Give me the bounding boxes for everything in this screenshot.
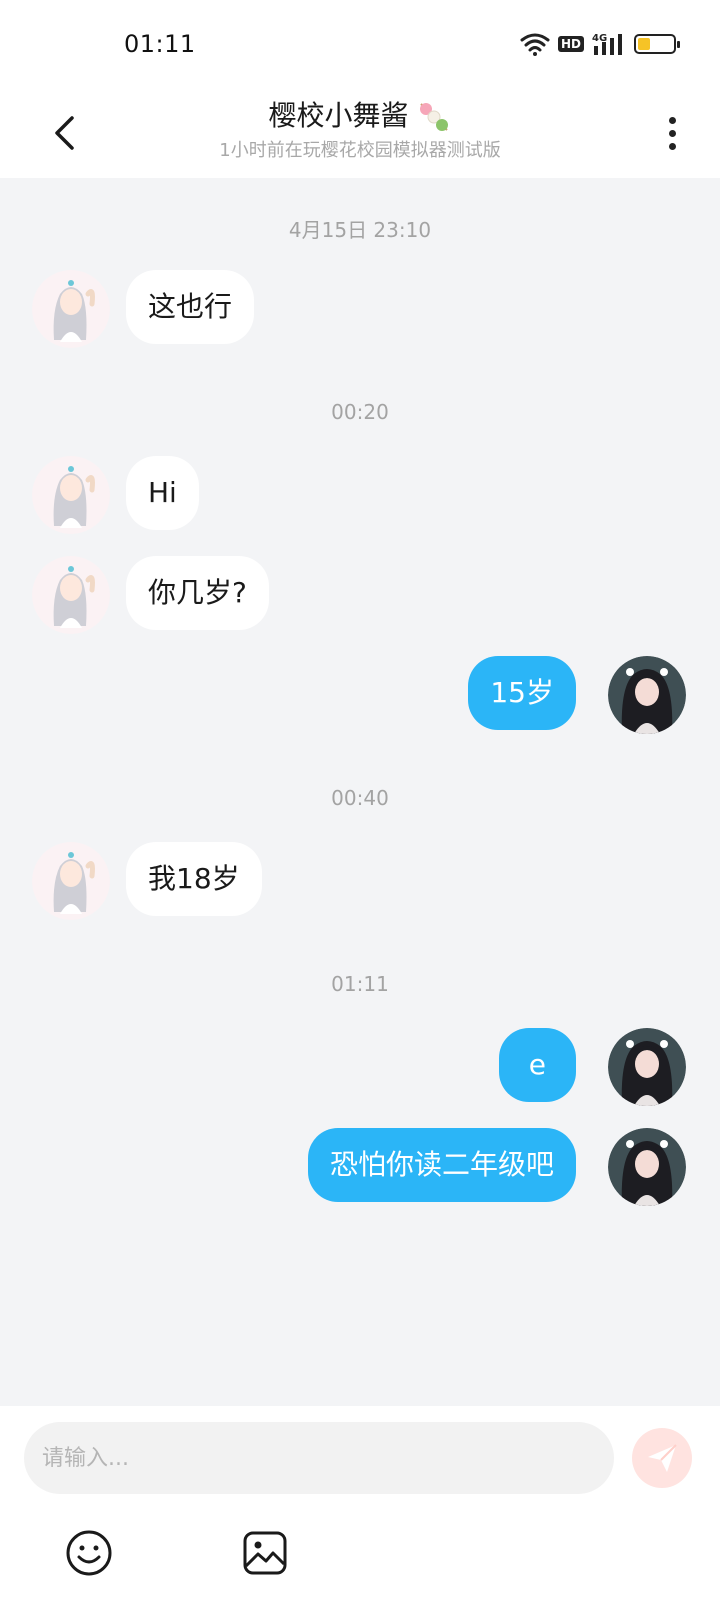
more-dot	[668, 129, 676, 137]
dango-icon	[420, 103, 449, 131]
send-icon	[648, 1444, 677, 1472]
battery-icon	[634, 34, 680, 54]
emoji-icon	[66, 1530, 112, 1576]
status-bar: 01:11 HD 4G	[0, 0, 720, 90]
more-dot	[668, 142, 676, 150]
user-avatar[interactable]	[608, 656, 686, 734]
dark-hair-girl-avatar-icon	[608, 656, 686, 734]
hd-badge: HD	[557, 36, 584, 52]
send-button[interactable]	[632, 1428, 692, 1488]
dark-hair-girl-avatar-icon	[608, 1028, 686, 1106]
emoji-button[interactable]	[64, 1528, 114, 1578]
message-bubble-incoming[interactable]: 你几岁?	[126, 556, 269, 630]
message-bubble-outgoing[interactable]: 15岁	[468, 656, 576, 730]
message-bubble-outgoing[interactable]: e	[498, 1028, 576, 1102]
timestamp: 00:20	[331, 400, 389, 424]
battery-fill	[638, 38, 650, 50]
contact-avatar[interactable]	[32, 456, 110, 534]
image-icon	[243, 1531, 287, 1575]
chat-header: 樱校小舞酱 1小时前在玩樱花校园模拟器测试版	[0, 90, 720, 178]
more-dot	[668, 116, 676, 124]
contact-status: 1小时前在玩樱花校园模拟器测试版	[219, 140, 501, 161]
message-bubble-incoming[interactable]: Hi	[126, 456, 199, 530]
dark-hair-girl-avatar-icon	[608, 1128, 686, 1206]
contact-name: 樱校小舞酱	[268, 99, 409, 132]
image-button[interactable]	[240, 1528, 290, 1578]
message-bubble-incoming[interactable]: 我18岁	[126, 842, 262, 916]
anime-girl-avatar-icon	[32, 270, 110, 348]
status-time: 01:11	[124, 30, 196, 58]
user-avatar[interactable]	[608, 1128, 686, 1206]
wifi-icon	[520, 33, 550, 56]
chat-title: 樱校小舞酱	[0, 94, 720, 134]
contact-avatar[interactable]	[32, 556, 110, 634]
anime-girl-avatar-icon	[32, 556, 110, 634]
timestamp: 01:11	[331, 972, 389, 996]
timestamp: 00:40	[331, 786, 389, 810]
anime-girl-avatar-icon	[32, 456, 110, 534]
message-input[interactable]	[24, 1422, 614, 1494]
signal-icon: 4G	[592, 33, 622, 55]
message-composer	[0, 1406, 720, 1612]
contact-avatar[interactable]	[32, 842, 110, 920]
anime-girl-avatar-icon	[32, 842, 110, 920]
timestamp: 4月15日 23:10	[288, 218, 432, 242]
message-bubble-incoming[interactable]: 这也行	[126, 270, 255, 344]
status-icons: HD 4G	[520, 32, 680, 56]
user-avatar[interactable]	[608, 1028, 686, 1106]
contact-avatar[interactable]	[32, 270, 110, 348]
more-options-button[interactable]	[652, 106, 692, 160]
message-bubble-outgoing[interactable]: 恐怕你读二年级吧	[307, 1128, 576, 1202]
chat-area[interactable]: 4月15日 23:10 这也行 00:20 Hi 你几岁? 15岁 00:40 …	[0, 178, 720, 1406]
